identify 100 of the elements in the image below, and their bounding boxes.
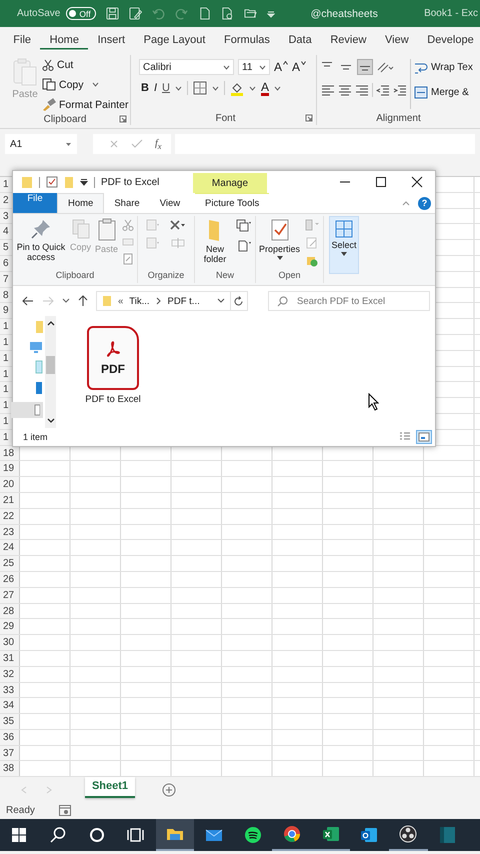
- horizontal-align-icon[interactable]: [321, 84, 335, 96]
- computer-icon[interactable]: [29, 341, 43, 353]
- help-button[interactable]: ?: [418, 196, 431, 210]
- device-icon[interactable]: [35, 381, 43, 395]
- autosave-toggle[interactable]: Off: [66, 7, 96, 20]
- recorder-icon: [398, 824, 418, 844]
- row-header: 32: [0, 666, 20, 682]
- view-button[interactable]: [416, 430, 432, 444]
- ribbon-tab[interactable]: Home: [40, 27, 88, 52]
- ribbon-tab[interactable]: File: [4, 27, 40, 52]
- search-field[interactable]: Search PDF to Excel: [268, 291, 430, 311]
- row-header: 25: [0, 556, 20, 571]
- bold-button[interactable]: B: [141, 80, 149, 96]
- row-header: 34: [0, 698, 20, 714]
- row-header: 31: [0, 650, 20, 666]
- spreadsheet-app-icon: [320, 824, 341, 844]
- collapse-ribbon-icon[interactable]: [402, 200, 410, 206]
- save-icon[interactable]: [106, 7, 119, 20]
- font-size-field[interactable]: 11: [238, 59, 270, 75]
- caret-icon[interactable]: [174, 86, 182, 90]
- decrease-indent-icon[interactable]: [376, 84, 390, 96]
- copy-button[interactable]: Copy: [42, 76, 128, 93]
- new-file-icon[interactable]: [198, 7, 211, 20]
- cut-button[interactable]: Cut: [42, 56, 128, 73]
- macro-record-icon[interactable]: [58, 805, 71, 816]
- ribbon-tab[interactable]: Page Layout: [134, 27, 215, 52]
- row-header: 23: [0, 524, 20, 540]
- select-button[interactable]: Select: [329, 216, 360, 274]
- font-name-field[interactable]: Calibri: [139, 59, 234, 75]
- clipboard-icon: [12, 57, 38, 87]
- caret-icon[interactable]: [92, 82, 99, 87]
- caret-icon[interactable]: [248, 86, 256, 90]
- ribbon-tab[interactable]: Share: [104, 193, 150, 213]
- wrap-text-button[interactable]: Wrap Tex: [414, 59, 473, 76]
- dialog-launcher-icon[interactable]: [119, 115, 127, 123]
- ribbon-tab[interactable]: Develope: [418, 27, 480, 52]
- copy-icon: [42, 78, 56, 91]
- row-header: 33: [0, 682, 20, 698]
- new-folder-button[interactable]: New folder: [198, 216, 232, 270]
- window-title: PDF to Excel: [101, 176, 160, 188]
- vertical-align-button[interactable]: [357, 59, 373, 75]
- format-painter-button[interactable]: Format Painter: [42, 96, 128, 113]
- refresh-button[interactable]: [230, 291, 248, 311]
- new-item-icon[interactable]: [236, 219, 252, 233]
- back-icon[interactable]: [22, 296, 34, 306]
- ribbon-tab[interactable]: Insert: [88, 27, 134, 52]
- horizontal-align-icon[interactable]: [355, 84, 369, 96]
- dialog-launcher-icon[interactable]: [305, 114, 313, 122]
- taskbar-button[interactable]: [156, 819, 194, 851]
- decrease-font-button[interactable]: A: [292, 59, 306, 75]
- underline-button[interactable]: U: [162, 80, 170, 96]
- save-edit-icon[interactable]: [128, 7, 142, 20]
- row-header: 27: [0, 588, 20, 603]
- borders-icon[interactable]: [192, 81, 207, 95]
- maximize-icon[interactable]: [375, 176, 387, 188]
- down-caret-icon: [301, 61, 306, 65]
- ribbon-tab[interactable]: Review: [321, 27, 376, 52]
- increase-font-button[interactable]: A: [274, 59, 288, 75]
- scrollbar[interactable]: [45, 316, 56, 428]
- ribbon-tab[interactable]: File: [13, 193, 57, 213]
- ribbon-tab[interactable]: Formulas: [214, 27, 280, 52]
- caret-icon[interactable]: [212, 86, 219, 90]
- insert-function-button[interactable]: f$_{x}$: [155, 138, 162, 150]
- horizontal-align-icon[interactable]: [338, 84, 352, 96]
- browser-icon: [282, 824, 302, 844]
- name-box[interactable]: A1: [5, 134, 77, 154]
- ribbon-tab[interactable]: Home: [57, 193, 104, 213]
- open-folder-icon[interactable]: [244, 7, 257, 20]
- caret-icon[interactable]: [65, 142, 72, 146]
- row-header: 37: [0, 746, 20, 760]
- close-icon[interactable]: [411, 176, 423, 188]
- caret-icon[interactable]: [216, 298, 225, 304]
- font-color-button[interactable]: A: [260, 80, 269, 96]
- caret-icon[interactable]: [259, 64, 266, 70]
- ribbon-tab[interactable]: View: [150, 193, 190, 213]
- caret-icon[interactable]: [223, 64, 230, 70]
- refresh-icon: [233, 296, 244, 306]
- delete-icon[interactable]: [170, 219, 186, 231]
- address-bar[interactable]: « Tik... PDF t...: [96, 291, 231, 311]
- status-text: 1 item: [23, 432, 48, 442]
- recent-locations-icon[interactable]: [62, 298, 70, 304]
- properties-button[interactable]: Properties: [259, 216, 300, 270]
- caret-icon[interactable]: [274, 86, 281, 90]
- print-preview-icon[interactable]: [220, 7, 234, 20]
- merge-button[interactable]: Merge &: [414, 84, 473, 101]
- add-sheet-icon[interactable]: [162, 782, 176, 796]
- orientation-icon[interactable]: [376, 60, 394, 74]
- customize-caret-icon[interactable]: [80, 178, 88, 186]
- up-icon[interactable]: [78, 295, 88, 307]
- grid-icon: [335, 220, 354, 238]
- ribbon-tab[interactable]: Data: [279, 27, 322, 52]
- properties-check-icon[interactable]: [46, 176, 58, 188]
- scroll-down-icon[interactable]: [46, 418, 54, 424]
- ribbon-tab[interactable]: View: [376, 27, 418, 52]
- scroll-up-icon[interactable]: [46, 320, 54, 326]
- italic-button[interactable]: I: [154, 80, 158, 96]
- sheet-tab[interactable]: Sheet1: [85, 776, 135, 798]
- increase-indent-icon[interactable]: [393, 84, 407, 96]
- scroll-thumb[interactable]: [46, 356, 55, 374]
- fill-color-icon[interactable]: [230, 80, 244, 96]
